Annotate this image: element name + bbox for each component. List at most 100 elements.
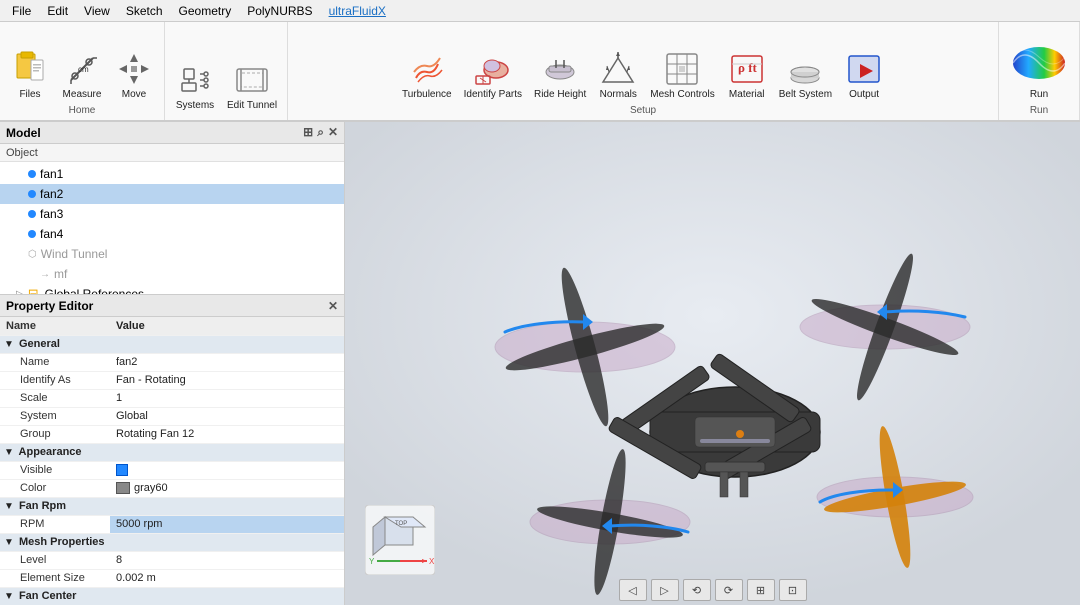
- ribbon-btn-ride-height[interactable]: Ride Height: [530, 47, 590, 103]
- panel-search-icon[interactable]: ⌕: [317, 125, 324, 140]
- menu-geometry[interactable]: Geometry: [171, 2, 240, 20]
- section-appearance: ▼ Appearance: [0, 443, 344, 461]
- systems-label: Systems: [176, 100, 214, 112]
- ribbon-btn-normals[interactable]: Normals: [594, 47, 642, 103]
- mesh-controls-label: Mesh Controls: [650, 89, 714, 101]
- ribbon-btn-identify-parts[interactable]: Identify Parts: [460, 47, 526, 103]
- menu-view[interactable]: View: [76, 2, 118, 20]
- files-label: Files: [19, 89, 40, 101]
- prop-editor-close-icon[interactable]: ✕: [328, 299, 338, 313]
- prop-row-identify-as: Identify As Fan - Rotating: [0, 371, 344, 389]
- prop-rpm-label: RPM: [0, 515, 110, 533]
- ribbon-btn-material[interactable]: ρ ft Material: [723, 47, 771, 103]
- tree-item-mf[interactable]: → mf: [0, 264, 344, 284]
- ribbon-items-run: Run: [1005, 26, 1073, 103]
- ribbon-btn-measure[interactable]: cm Measure: [58, 47, 106, 103]
- bottom-btn-5[interactable]: ⊞: [747, 579, 775, 601]
- menu-sketch[interactable]: Sketch: [118, 2, 171, 20]
- section-fancenter-collapse: ▼: [4, 591, 14, 602]
- panel-close-icon[interactable]: ✕: [328, 125, 338, 140]
- prop-scale-value: 1: [110, 389, 344, 407]
- expand-icon: ▷: [16, 289, 24, 295]
- bottom-btn-3[interactable]: ⟲: [683, 579, 711, 601]
- prop-scale-label: Scale: [0, 389, 110, 407]
- ribbon-btn-mesh-controls[interactable]: Mesh Controls: [646, 47, 718, 103]
- panel-header-icons: ⊞ ⌕ ✕: [303, 125, 338, 140]
- tree-item-wind-tunnel[interactable]: ⬡ Wind Tunnel: [0, 244, 344, 264]
- belt-system-icon: [785, 49, 825, 89]
- prop-row-visible: Visible: [0, 461, 344, 479]
- tree-item-fan4[interactable]: fan4: [0, 224, 344, 244]
- ribbon-items-setup: Turbulence Identify Parts: [398, 26, 888, 103]
- prop-row-rpm: RPM 5000 rpm: [0, 515, 344, 533]
- section-general: ▼ General: [0, 335, 344, 353]
- prop-row-scale: Scale 1: [0, 389, 344, 407]
- ribbon-btn-belt-system[interactable]: Belt System: [775, 47, 836, 103]
- fan1-label: fan1: [40, 167, 63, 181]
- fan4-dot-icon: [28, 230, 36, 238]
- ribbon-group-systems: Systems Edit Tunnel: [165, 22, 288, 120]
- fan3-dot-icon: [28, 210, 36, 218]
- section-fanrpm-collapse: ▼: [4, 501, 14, 512]
- ribbon-group-run-label: Run: [1030, 103, 1048, 116]
- ribbon-btn-move[interactable]: Move: [110, 47, 158, 103]
- ride-height-icon: [540, 49, 580, 89]
- model-panel-header: Model ⊞ ⌕ ✕: [0, 122, 344, 144]
- panel-pin-icon[interactable]: ⊞: [303, 125, 313, 140]
- ribbon-btn-run[interactable]: Run: [1005, 35, 1073, 103]
- bottom-btn-1[interactable]: ◁: [619, 579, 647, 601]
- svg-text:Y: Y: [369, 557, 375, 566]
- ribbon-btn-systems[interactable]: Systems: [171, 58, 219, 114]
- ribbon-btn-turbulence[interactable]: Turbulence: [398, 47, 456, 103]
- tree-item-global-refs[interactable]: ▷ ⊟ Global References: [0, 284, 344, 294]
- axes-widget: TOP X Y: [365, 505, 435, 575]
- color-swatch: [116, 482, 130, 494]
- ribbon-btn-files[interactable]: Files: [6, 47, 54, 103]
- ribbon-btn-edit-tunnel[interactable]: Edit Tunnel: [223, 58, 281, 114]
- menu-edit[interactable]: Edit: [39, 2, 76, 20]
- measure-label: Measure: [63, 89, 102, 101]
- section-appearance-collapse: ▼: [4, 447, 14, 458]
- fan4-label: fan4: [40, 227, 63, 241]
- run-icon: [1009, 37, 1069, 89]
- identify-parts-label: Identify Parts: [464, 89, 522, 101]
- systems-icon: [175, 60, 215, 100]
- model-tree: fan1 fan2 fan3 fan4: [0, 162, 344, 294]
- prop-color-label: Color: [0, 479, 110, 497]
- model-panel: Model ⊞ ⌕ ✕ Object fan1 f: [0, 122, 344, 295]
- bottom-btn-2[interactable]: ▷: [651, 579, 679, 601]
- model-subheader: Object: [0, 144, 344, 162]
- ribbon-btn-output[interactable]: Output: [840, 47, 888, 103]
- menu-polynurbs[interactable]: PolyNURBS: [239, 2, 320, 20]
- viewport[interactable]: TOP X Y ◁ ▷ ⟲ ⟳ ⊞ ⊡: [345, 122, 1080, 605]
- prop-visible-value[interactable]: [110, 461, 344, 479]
- turbulence-label: Turbulence: [402, 89, 452, 101]
- prop-color-value[interactable]: gray60: [110, 479, 344, 497]
- mf-label: mf: [54, 267, 67, 281]
- global-refs-label: Global References: [45, 287, 144, 294]
- prop-identify-label: Identify As: [0, 371, 110, 389]
- axes-svg: TOP X Y: [365, 505, 435, 575]
- prop-rpm-value[interactable]: 5000 rpm: [110, 515, 344, 533]
- prop-level-label: Level: [0, 551, 110, 569]
- svg-text:cm: cm: [78, 65, 89, 74]
- prop-row-group: Group Rotating Fan 12: [0, 425, 344, 443]
- visible-checkbox[interactable]: [116, 464, 128, 476]
- tree-item-fan3[interactable]: fan3: [0, 204, 344, 224]
- prop-level-value: 8: [110, 551, 344, 569]
- wind-tunnel-icon: ⬡: [28, 249, 37, 260]
- move-icon: [114, 49, 154, 89]
- ribbon-items-systems: Systems Edit Tunnel: [171, 26, 281, 114]
- output-icon: [844, 49, 884, 89]
- bottom-btn-6[interactable]: ⊡: [779, 579, 807, 601]
- bottom-btn-4[interactable]: ⟳: [715, 579, 743, 601]
- menu-ultrafluidx[interactable]: ultraFluidX: [321, 2, 394, 20]
- properties-table: Name Value ▼ General Na: [0, 317, 344, 605]
- prop-row-level: Level 8: [0, 551, 344, 569]
- prop-name-value: fan2: [110, 353, 344, 371]
- tree-item-fan1[interactable]: fan1: [0, 164, 344, 184]
- ribbon-group-setup-label: Setup: [630, 103, 656, 116]
- menu-file[interactable]: File: [4, 2, 39, 20]
- tree-item-fan2[interactable]: fan2: [0, 184, 344, 204]
- ribbon-group-home-label: Home: [69, 103, 96, 116]
